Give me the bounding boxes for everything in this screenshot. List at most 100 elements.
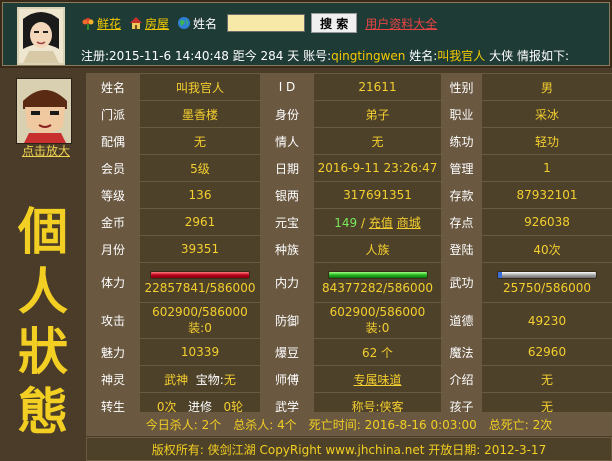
table-row: 攻击 602900/586000 装:0 防御 602900/586000 装:… xyxy=(86,302,612,339)
table-row: 姓名 叫我官人 I D 21611 性别 男 xyxy=(86,73,612,101)
table-row: 魅力 10339 爆豆 62 个 魔法 62960 xyxy=(86,338,612,366)
table-row: 门派 墨香楼 身份 弟子 职业 采冰 xyxy=(86,100,612,128)
label-charm: 魅力 xyxy=(86,338,140,366)
label-spouse: 配偶 xyxy=(86,127,140,155)
value-member: 5级 xyxy=(139,154,261,182)
yuanbao-amount: 149 xyxy=(334,215,358,230)
label-lover: 情人 xyxy=(260,127,314,155)
defense-equip: 装:0 xyxy=(365,321,390,335)
hp-bar xyxy=(150,270,250,279)
skill-bar-fill xyxy=(498,271,502,278)
label-skill: 武功 xyxy=(441,262,482,303)
value-savepoint: 926038 xyxy=(481,208,612,236)
character-portrait-icon xyxy=(17,79,71,143)
header: 鲜花 房屋 姓名 搜 索 用户资料大全 注册:2015-11-6 14:40:4… xyxy=(0,0,612,68)
user-directory-link[interactable]: 用户资料大全 xyxy=(365,15,437,32)
total-kills: 总杀人: 4个 xyxy=(233,417,297,432)
title-char: 個 xyxy=(18,202,68,261)
value-date: 2016-9-11 23:26:47 xyxy=(313,154,442,182)
value-level: 136 xyxy=(139,181,261,209)
attack-total: 602900/586000 xyxy=(152,305,248,319)
value-deposit: 87932101 xyxy=(481,181,612,209)
label-silver: 银两 xyxy=(260,181,314,209)
info-suffix: 大侠 情报如下: xyxy=(489,49,569,63)
label-intro: 介绍 xyxy=(441,365,482,393)
mp-bar xyxy=(327,270,428,279)
copyright-text: 版权所有: 侠剑江湖 CopyRight www.jhchina.net 开放日… xyxy=(151,442,547,457)
nav-name-search: 姓名 xyxy=(177,15,217,32)
value-admin: 1 xyxy=(481,154,612,182)
master-link[interactable]: 专属味道 xyxy=(353,373,401,387)
label-yuanbao: 元宝 xyxy=(260,208,314,236)
table-row: 配偶 无 情人 无 练功 轻功 xyxy=(86,127,612,155)
table-row: 月份 39351 种族 人族 登陆 40次 xyxy=(86,235,612,263)
shop-link[interactable]: 商城 xyxy=(397,216,421,230)
search-input[interactable] xyxy=(227,14,306,32)
label-profession: 职业 xyxy=(441,100,482,128)
today-kills: 今日杀人: 2个 xyxy=(145,417,222,432)
total-deaths: 总死亡: 2次 xyxy=(488,417,553,432)
recharge-link[interactable]: 充值 xyxy=(369,216,393,230)
label-login: 登陆 xyxy=(441,235,482,263)
value-month: 39351 xyxy=(139,235,261,263)
value-id: 21611 xyxy=(313,73,442,101)
footer: 版权所有: 侠剑江湖 CopyRight www.jhchina.net 开放日… xyxy=(86,437,612,461)
personal-status-title: 個 人 狀 態 xyxy=(10,202,76,442)
nav-flower[interactable]: 鲜花 xyxy=(81,15,121,32)
character-avatar[interactable] xyxy=(16,78,72,144)
house-link[interactable]: 房屋 xyxy=(145,15,169,32)
hp-text: 22857841/586000 xyxy=(144,280,256,295)
label-admin: 管理 xyxy=(441,154,482,182)
avatar[interactable] xyxy=(17,7,65,65)
value-name: 叫我官人 xyxy=(139,73,261,101)
account-label: 账号: xyxy=(303,49,332,63)
house-icon xyxy=(130,17,143,29)
label-member: 会员 xyxy=(86,154,140,182)
value-login: 40次 xyxy=(481,235,612,263)
info-name-value: 叫我官人 xyxy=(437,49,486,63)
value-intro: 无 xyxy=(481,365,612,393)
flower-link[interactable]: 鲜花 xyxy=(97,15,121,32)
value-gold: 2961 xyxy=(139,208,261,236)
kill-summary: 今日杀人: 2个 总杀人: 4个 死亡时间: 2016-8-16 0:03:00… xyxy=(86,412,612,436)
value-spouse: 无 xyxy=(139,127,261,155)
label-morality: 道德 xyxy=(441,302,482,339)
title-char: 人 xyxy=(18,262,68,321)
nav-house[interactable]: 房屋 xyxy=(129,15,169,32)
label-hp: 体力 xyxy=(86,262,140,303)
value-attack: 602900/586000 装:0 xyxy=(139,302,261,339)
label-race: 种族 xyxy=(260,235,314,263)
table-row: 金币 2961 元宝 149 / 充值 商城 存点 926038 xyxy=(86,208,612,236)
title-char: 狀 xyxy=(18,322,68,381)
reg-prefix: 注册: xyxy=(81,49,110,63)
table-row: 神灵 武神 宝物:无 师傅 专属味道 介绍 无 xyxy=(86,365,612,393)
label-training: 练功 xyxy=(441,127,482,155)
value-sect: 墨香楼 xyxy=(139,100,261,128)
value-magic: 62960 xyxy=(481,338,612,366)
value-lover: 无 xyxy=(313,127,442,155)
value-beans: 62 个 xyxy=(313,338,442,366)
sidebar: 点击放大 個 人 狀 態 xyxy=(0,72,84,461)
days-label: 距今 xyxy=(232,49,257,63)
label-mp: 内力 xyxy=(260,262,314,303)
label-magic: 魔法 xyxy=(441,338,482,366)
zoom-link[interactable]: 点击放大 xyxy=(22,142,70,159)
attack-equip: 装:0 xyxy=(188,321,212,335)
defense-total: 602900/586000 xyxy=(329,305,426,319)
days-count: 284 xyxy=(260,49,284,63)
value-silver: 317691351 xyxy=(313,181,442,209)
name-label: 姓名 xyxy=(193,16,218,31)
label-date: 日期 xyxy=(260,154,314,182)
skill-text: 25750/586000 xyxy=(502,280,592,295)
deity-value: 武神 xyxy=(164,372,189,387)
value-defense: 602900/586000 装:0 xyxy=(313,302,442,339)
header-panel: 鲜花 房屋 姓名 搜 索 用户资料大全 注册:2015-11-6 14:40:4… xyxy=(2,2,610,66)
value-hp: 22857841/586000 xyxy=(139,262,261,303)
value-morality: 49230 xyxy=(481,302,612,339)
table-row: 体力 22857841/586000 内力 84377282/586000 武功… xyxy=(86,262,612,303)
status-table: 姓名 叫我官人 I D 21611 性别 男 门派 墨香楼 身份 弟子 职业 采… xyxy=(86,73,612,420)
value-deity: 武神 宝物:无 xyxy=(139,365,261,393)
label-gold: 金币 xyxy=(86,208,140,236)
search-button[interactable]: 搜 索 xyxy=(311,13,358,33)
value-charm: 10339 xyxy=(139,338,261,366)
